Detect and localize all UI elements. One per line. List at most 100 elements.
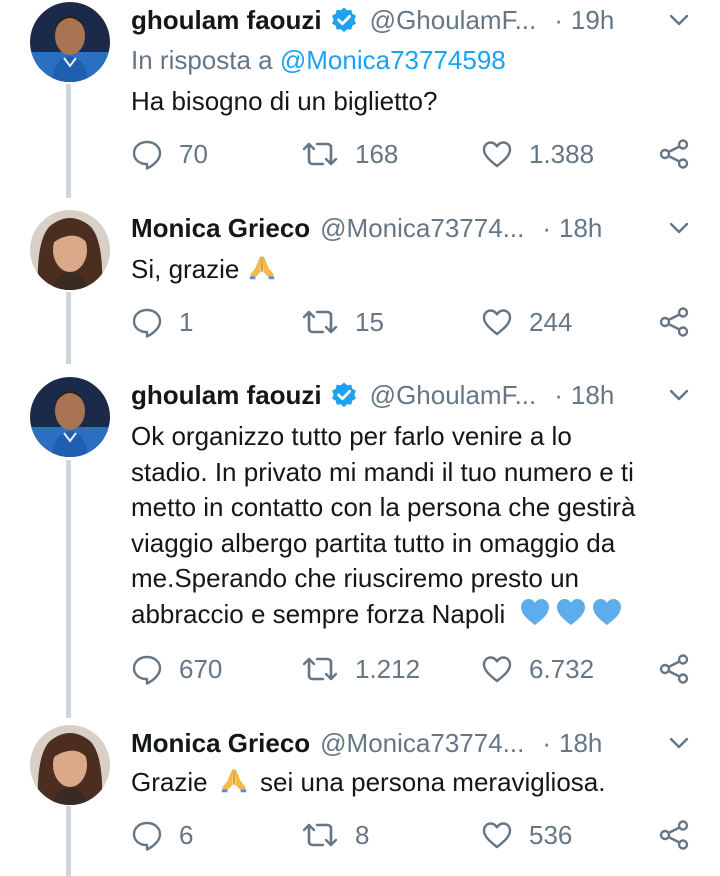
reply-button[interactable]: 1 <box>131 304 193 340</box>
blue-heart-emoji-icon <box>519 597 551 627</box>
tweet-header: ghoulam faouzi @GhoulamF... · 19h <box>131 2 690 38</box>
share-button[interactable] <box>658 651 690 687</box>
like-button[interactable]: 536 <box>481 817 572 853</box>
reply-count: 6 <box>179 819 194 850</box>
reply-button[interactable]: 670 <box>131 651 222 687</box>
like-icon <box>481 820 513 850</box>
tweet-header: ghoulam faouzi @GhoulamF... · 18h <box>131 377 690 413</box>
retweet-count: 168 <box>355 138 399 169</box>
retweet-button[interactable]: 8 <box>301 817 369 853</box>
tweet-text: Ha bisogno di un biglietto? <box>131 84 680 120</box>
reply-count: 70 <box>179 138 208 169</box>
tweet-text-after: sei una persona meravigliosa. <box>260 767 606 797</box>
timestamp[interactable]: 18h <box>571 377 614 413</box>
tweet-header: Monica Grieco @Monica73774... · 18h <box>131 210 690 246</box>
reply-count: 1 <box>179 306 194 337</box>
tweet-text-content: Ha bisogno di un biglietto? <box>131 86 438 116</box>
user-handle[interactable]: @GhoulamF... <box>370 2 537 38</box>
tweet-text: Grazie sei una persona meravigliosa. <box>131 765 680 801</box>
retweet-count: 8 <box>355 819 370 850</box>
reply-prefix: In risposta a <box>131 45 273 75</box>
separator-dot: · <box>542 728 552 758</box>
reply-button[interactable]: 70 <box>131 136 208 172</box>
tweet-actions: 70 168 1.388 <box>131 136 690 172</box>
separator-dot: · <box>542 213 552 243</box>
timestamp[interactable]: 19h <box>571 2 614 38</box>
share-icon <box>658 306 690 338</box>
tweet-text: Ok organizzo tutto per farlo venire a lo… <box>131 419 680 633</box>
tweet-text-line: stadio. In privato mi mandi il tuo numer… <box>131 456 634 487</box>
verified-badge-icon <box>330 6 358 34</box>
share-icon <box>658 138 690 170</box>
tweet-text-before: Grazie <box>131 767 208 797</box>
timestamp[interactable]: 18h <box>559 725 602 761</box>
chevron-down-icon[interactable] <box>668 10 690 30</box>
user-handle[interactable]: @Monica73774... <box>320 725 524 761</box>
share-icon <box>658 653 690 685</box>
avatar[interactable] <box>30 2 110 82</box>
tweet-text-line: me.Sperando che riusciremo presto un <box>131 563 580 594</box>
display-name[interactable]: ghoulam faouzi <box>131 377 322 413</box>
tweet-text-line-last: abbraccio e sempre forza Napoli <box>131 597 680 633</box>
avatar[interactable] <box>30 210 110 290</box>
tweet-text-line: metto in contatto con la persona che ges… <box>131 492 636 523</box>
user-handle[interactable]: @Monica73774... <box>320 210 524 246</box>
share-icon <box>658 819 690 851</box>
reply-icon <box>131 819 163 851</box>
reply-icon <box>131 653 163 685</box>
tweet-text-content: Si, grazie <box>131 254 240 284</box>
like-button[interactable]: 1.388 <box>481 136 594 172</box>
retweet-button[interactable]: 168 <box>301 136 398 172</box>
timestamp[interactable]: 18h <box>559 210 602 246</box>
retweet-button[interactable]: 15 <box>301 304 384 340</box>
tweet-text: Si, grazie <box>131 252 680 288</box>
tweet-actions: 1 15 244 <box>131 304 690 340</box>
reply-count: 670 <box>179 653 223 684</box>
thread-connector-line <box>66 84 71 198</box>
retweet-icon <box>301 138 339 170</box>
display-name[interactable]: ghoulam faouzi <box>131 2 322 38</box>
tweet-actions: 670 1.212 6.732 <box>131 651 690 687</box>
share-button[interactable] <box>658 817 690 853</box>
like-icon <box>481 139 513 169</box>
tweet-actions: 6 8 536 <box>131 817 690 853</box>
reply-context: In risposta a @Monica73774598 <box>131 42 506 78</box>
chevron-down-icon[interactable] <box>668 733 690 753</box>
retweet-icon <box>301 819 339 851</box>
reply-icon <box>131 306 163 338</box>
reply-mention-link[interactable]: @Monica73774598 <box>280 45 506 75</box>
chevron-down-icon[interactable] <box>668 385 690 405</box>
thread-connector-line <box>66 292 71 364</box>
avatar[interactable] <box>30 377 110 457</box>
like-icon <box>481 307 513 337</box>
like-button[interactable]: 6.732 <box>481 651 594 687</box>
thread-connector-line <box>66 460 71 718</box>
blue-heart-emoji-icon <box>555 597 587 627</box>
verified-badge-icon <box>330 381 358 409</box>
tweet-text-line: viaggio albergo partita tutto in omaggio… <box>131 527 616 558</box>
thread-connector-line <box>66 806 71 876</box>
folded-hands-emoji-icon <box>219 765 249 795</box>
like-count: 536 <box>529 819 573 850</box>
like-icon <box>481 654 513 684</box>
reply-button[interactable]: 6 <box>131 817 193 853</box>
display-name[interactable]: Monica Grieco <box>131 725 310 761</box>
chevron-down-icon[interactable] <box>668 218 690 238</box>
tweet-text-line: abbraccio e sempre forza Napoli <box>131 598 506 629</box>
reply-icon <box>131 138 163 170</box>
share-button[interactable] <box>658 304 690 340</box>
separator-dot: · <box>554 380 563 410</box>
retweet-icon <box>301 653 339 685</box>
tweet-text-line: Ok organizzo tutto per farlo venire a lo <box>131 421 572 451</box>
like-count: 244 <box>529 306 573 337</box>
folded-hands-emoji-icon <box>247 252 277 282</box>
retweet-icon <box>301 306 339 338</box>
display-name[interactable]: Monica Grieco <box>131 210 310 246</box>
retweet-button[interactable]: 1.212 <box>301 651 420 687</box>
share-button[interactable] <box>658 136 690 172</box>
like-button[interactable]: 244 <box>481 304 572 340</box>
avatar[interactable] <box>30 725 110 805</box>
tweet-header: Monica Grieco @Monica73774... · 18h <box>131 725 690 761</box>
user-handle[interactable]: @GhoulamF... <box>370 377 537 413</box>
separator-dot: · <box>554 5 563 35</box>
